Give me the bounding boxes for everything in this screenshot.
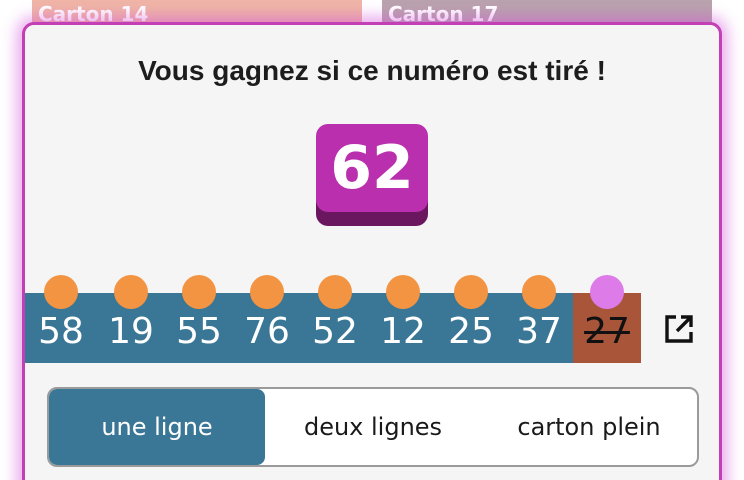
number-value: 52: [312, 310, 358, 352]
number-value: 19: [108, 310, 154, 352]
number-cell-crossed: 27: [573, 275, 641, 363]
marker-dot: [182, 275, 216, 309]
winning-number-tile: 62: [316, 124, 428, 212]
number-cell: 12: [369, 275, 437, 363]
number-value: 55: [176, 310, 222, 352]
number-value: 27: [584, 310, 630, 352]
marker-dot: [44, 275, 78, 309]
number-cell: 52: [301, 275, 369, 363]
marker-dot: [454, 275, 488, 309]
open-in-new-icon[interactable]: [662, 312, 696, 346]
number-row: 58 19 55 76 52 12 25 37 27: [25, 275, 641, 363]
mode-carton-plein-button[interactable]: carton plein: [481, 389, 697, 465]
marker-dot: [250, 275, 284, 309]
number-value: 12: [380, 310, 426, 352]
marker-dot-highlight: [590, 275, 624, 309]
marker-dot: [522, 275, 556, 309]
number-cell: 55: [165, 275, 233, 363]
game-mode-selector: une ligne deux lignes carton plein: [47, 387, 699, 467]
number-cell: 25: [437, 275, 505, 363]
number-value: 58: [38, 310, 84, 352]
modal-title: Vous gagnez si ce numéro est tiré !: [138, 55, 606, 86]
number-value: 37: [516, 310, 562, 352]
number-value: 25: [448, 310, 494, 352]
number-cell: 76: [233, 275, 301, 363]
number-cell: 37: [505, 275, 573, 363]
winning-number-modal: Vous gagnez si ce numéro est tiré ! 62 5…: [22, 22, 722, 480]
number-value: 76: [244, 310, 290, 352]
mode-deux-lignes-button[interactable]: deux lignes: [265, 389, 481, 465]
mode-une-ligne-button[interactable]: une ligne: [49, 389, 265, 465]
number-cell: 58: [25, 275, 97, 363]
number-cell: 19: [97, 275, 165, 363]
marker-dot: [114, 275, 148, 309]
marker-dot: [386, 275, 420, 309]
marker-dot: [318, 275, 352, 309]
